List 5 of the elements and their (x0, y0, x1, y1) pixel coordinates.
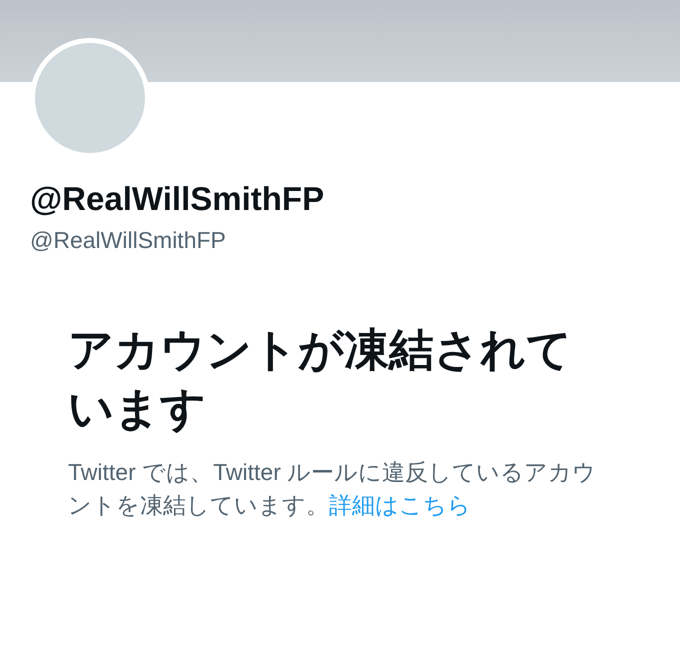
display-name: @RealWillSmithFP (30, 179, 326, 219)
notice-heading: アカウントが凍結されています (68, 322, 573, 436)
learn-more-link[interactable]: 詳細はこちら (329, 492, 471, 518)
notice-text: Twitter では、Twitter ルールに違反しているアカウントを凍結しています。詳細はこちら (68, 458, 598, 520)
user-handle: @RealWillSmithFP (30, 226, 227, 256)
